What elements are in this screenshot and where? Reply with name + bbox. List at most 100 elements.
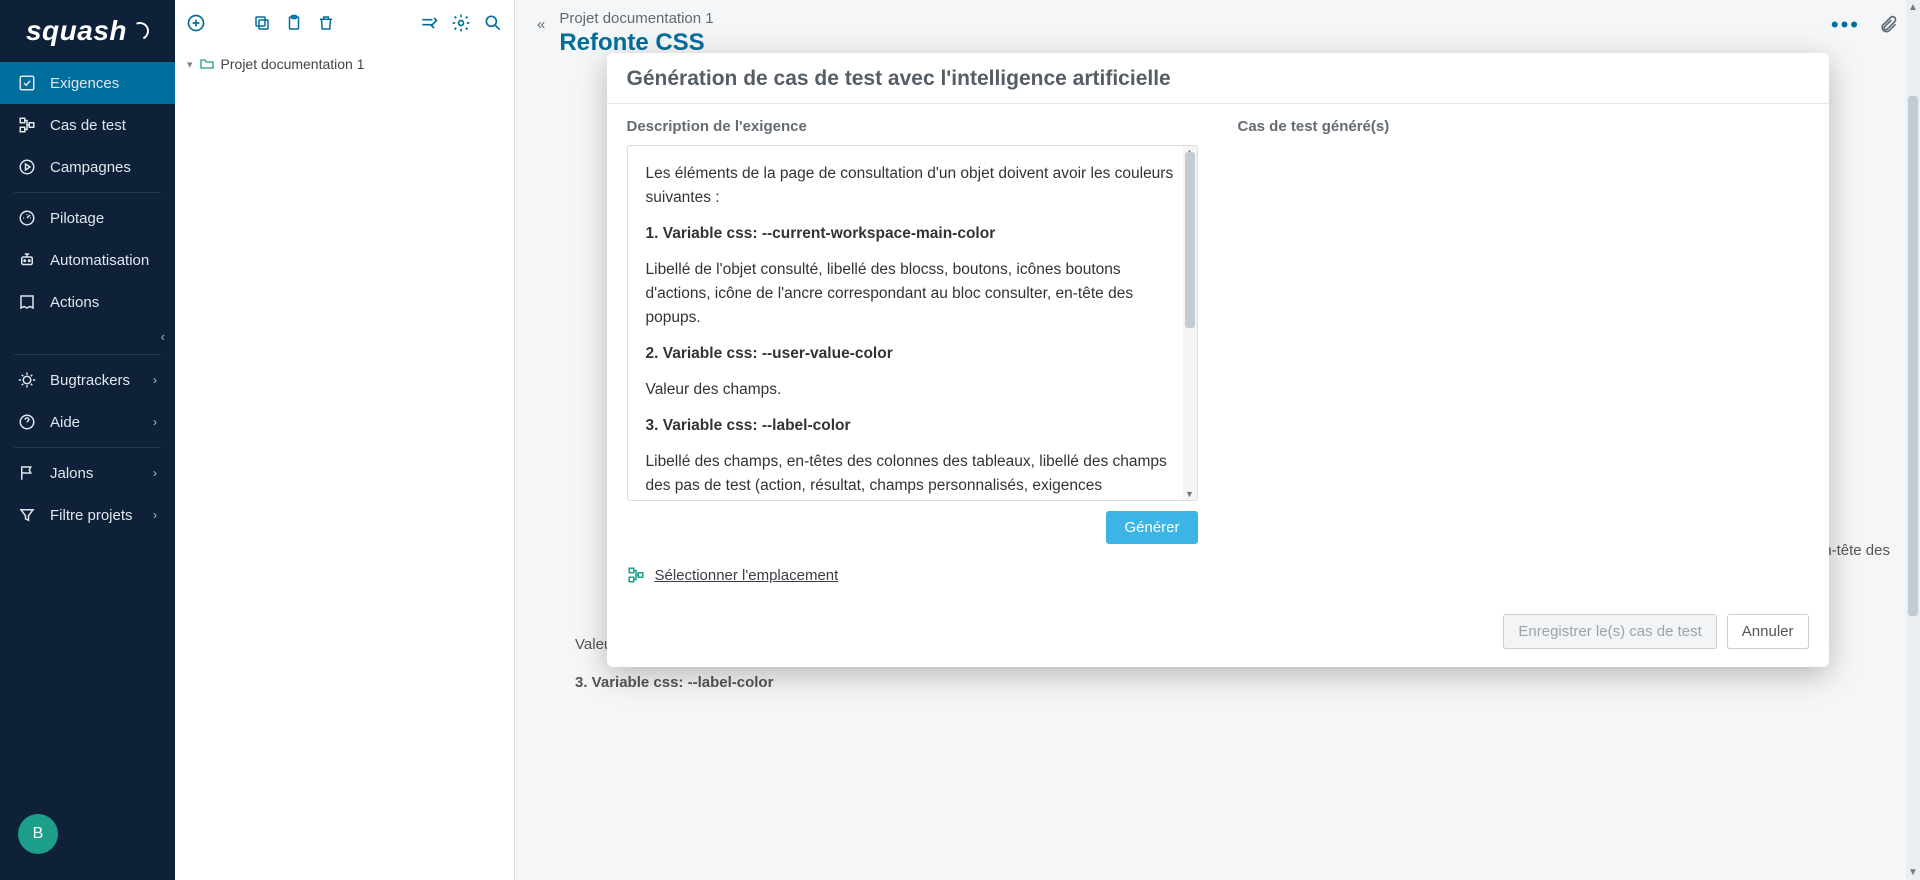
sidebar-item-automatisation[interactable]: Automatisation bbox=[0, 239, 175, 281]
sidebar: squash Exigences Cas de test Campagnes P… bbox=[0, 0, 175, 880]
location-row: Sélectionner l'emplacement bbox=[607, 566, 1829, 602]
robot-icon bbox=[18, 251, 36, 269]
tree-root-label: Projet documentation 1 bbox=[221, 56, 365, 72]
generate-button[interactable]: Générer bbox=[1106, 511, 1197, 544]
brand-arc-icon bbox=[128, 19, 151, 42]
desc-p1: Libellé de l'objet consulté, libellé des… bbox=[646, 258, 1179, 330]
collapse-panel-icon[interactable]: « bbox=[537, 10, 545, 33]
sidebar-item-label: Bugtrackers bbox=[50, 372, 130, 389]
modal-footer: Enregistrer le(s) cas de test Annuler bbox=[607, 602, 1829, 667]
gear-icon[interactable] bbox=[450, 12, 472, 34]
delete-icon[interactable] bbox=[315, 12, 337, 34]
desc-p3: Libellé des champs, en-têtes des colonne… bbox=[646, 450, 1179, 501]
scroll-down-icon[interactable]: ▼ bbox=[1183, 489, 1197, 499]
tree-root-item[interactable]: ▾ Projet documentation 1 bbox=[185, 52, 504, 76]
desc-h1: 1. Variable css: --current-workspace-mai… bbox=[646, 225, 996, 242]
scroll-down-icon[interactable]: ▼ bbox=[1906, 867, 1920, 878]
gauge-icon bbox=[18, 209, 36, 227]
sidebar-item-label: Jalons bbox=[50, 465, 93, 482]
nav-divider bbox=[14, 447, 161, 448]
tree-panel: ▾ Projet documentation 1 bbox=[175, 0, 515, 880]
breadcrumb: Projet documentation 1 bbox=[559, 10, 713, 27]
user-avatar[interactable]: B bbox=[18, 814, 58, 854]
book-icon bbox=[18, 293, 36, 311]
sidebar-item-label: Actions bbox=[50, 294, 99, 311]
sidebar-item-actions[interactable]: Actions bbox=[0, 281, 175, 323]
sidebar-item-exigences[interactable]: Exigences bbox=[0, 62, 175, 104]
modal-left-column: Description de l'exigence Les éléments d… bbox=[627, 118, 1198, 556]
sidebar-footer: B bbox=[0, 800, 175, 880]
chevron-right-icon: › bbox=[153, 508, 157, 522]
play-circle-icon bbox=[18, 158, 36, 176]
chevron-right-icon: › bbox=[153, 466, 157, 480]
ai-generate-modal: Génération de cas de test avec l'intelli… bbox=[607, 53, 1829, 667]
save-testcases-button[interactable]: Enregistrer le(s) cas de test bbox=[1503, 614, 1716, 649]
cancel-button[interactable]: Annuler bbox=[1727, 614, 1809, 649]
sidebar-item-label: Automatisation bbox=[50, 252, 149, 269]
description-scrollbar[interactable]: ▲ ▼ bbox=[1183, 146, 1197, 500]
desc-p2: Valeur des champs. bbox=[646, 378, 1179, 402]
desc-intro: Les éléments de la page de consultation … bbox=[646, 162, 1179, 210]
modal-title: Génération de cas de test avec l'intelli… bbox=[607, 53, 1829, 103]
sidebar-item-campagnes[interactable]: Campagnes bbox=[0, 146, 175, 188]
scroll-thumb[interactable] bbox=[1908, 96, 1918, 616]
bg-line-heading: 3. Variable css: --label-color bbox=[575, 674, 773, 691]
left-heading: Description de l'exigence bbox=[627, 118, 1198, 135]
desc-h2: 2. Variable css: --user-value-color bbox=[646, 345, 893, 362]
tree-body: ▾ Projet documentation 1 bbox=[175, 46, 514, 880]
flag-icon bbox=[18, 464, 36, 482]
desc-h3: 3. Variable css: --label-color bbox=[646, 417, 851, 434]
help-icon bbox=[18, 413, 36, 431]
sidebar-item-label: Exigences bbox=[50, 75, 119, 92]
sidebar-item-pilotage[interactable]: Pilotage bbox=[0, 197, 175, 239]
chevron-right-icon: › bbox=[153, 415, 157, 429]
description-box-wrap: Les éléments de la page de consultation … bbox=[627, 145, 1198, 501]
sidebar-item-cas-de-test[interactable]: Cas de test bbox=[0, 104, 175, 146]
sidebar-item-label: Pilotage bbox=[50, 210, 104, 227]
tree-toolbar bbox=[175, 0, 514, 46]
scroll-thumb[interactable] bbox=[1185, 152, 1195, 328]
sidebar-item-label: Cas de test bbox=[50, 117, 126, 134]
tree-icon bbox=[18, 116, 36, 134]
filter-icon bbox=[18, 506, 36, 524]
header-actions: ••• bbox=[1831, 10, 1898, 38]
folder-icon bbox=[199, 56, 215, 72]
page-scrollbar[interactable]: ▲ ▼ bbox=[1906, 0, 1920, 880]
header-titles: Projet documentation 1 Refonte CSS bbox=[559, 10, 713, 57]
paste-icon[interactable] bbox=[283, 12, 305, 34]
generate-row: Générer bbox=[627, 501, 1198, 556]
check-square-icon bbox=[18, 74, 36, 92]
main-panel: « Projet documentation 1 Refonte CSS •••… bbox=[515, 0, 1920, 880]
tree-icon bbox=[627, 566, 645, 584]
sidebar-item-label: Filtre projets bbox=[50, 507, 133, 524]
modal-right-column: Cas de test généré(s) bbox=[1238, 118, 1809, 556]
modal-body: Description de l'exigence Les éléments d… bbox=[607, 104, 1829, 566]
nav-divider bbox=[14, 192, 161, 193]
sidebar-item-bugtrackers[interactable]: Bugtrackers › bbox=[0, 359, 175, 401]
sidebar-item-label: Campagnes bbox=[50, 159, 131, 176]
sidebar-item-label: Aide bbox=[50, 414, 80, 431]
add-icon[interactable] bbox=[185, 12, 207, 34]
nav-divider bbox=[14, 354, 161, 355]
avatar-initial: B bbox=[33, 825, 44, 843]
sort-icon[interactable] bbox=[418, 12, 440, 34]
main-header: « Projet documentation 1 Refonte CSS ••• bbox=[515, 0, 1920, 61]
sidebar-item-aide[interactable]: Aide › bbox=[0, 401, 175, 443]
bug-icon bbox=[18, 371, 36, 389]
scroll-up-icon[interactable]: ▲ bbox=[1906, 2, 1920, 13]
sidebar-item-jalons[interactable]: Jalons › bbox=[0, 452, 175, 494]
right-heading: Cas de test généré(s) bbox=[1238, 118, 1809, 135]
collapse-sidebar-icon[interactable]: ‹ bbox=[161, 329, 165, 344]
select-location-link[interactable]: Sélectionner l'emplacement bbox=[655, 567, 839, 584]
description-textarea[interactable]: Les éléments de la page de consultation … bbox=[627, 145, 1198, 501]
attachment-icon[interactable] bbox=[1878, 12, 1898, 38]
sidebar-item-filtre-projets[interactable]: Filtre projets › bbox=[0, 494, 175, 536]
search-icon[interactable] bbox=[482, 12, 504, 34]
brand-text: squash bbox=[26, 15, 127, 47]
chevron-down-icon: ▾ bbox=[187, 58, 193, 71]
brand-logo: squash bbox=[0, 0, 175, 62]
sidebar-collapse-row: ‹ bbox=[0, 323, 175, 350]
copy-icon[interactable] bbox=[251, 12, 273, 34]
more-actions-icon[interactable]: ••• bbox=[1831, 12, 1860, 38]
chevron-right-icon: › bbox=[153, 373, 157, 387]
